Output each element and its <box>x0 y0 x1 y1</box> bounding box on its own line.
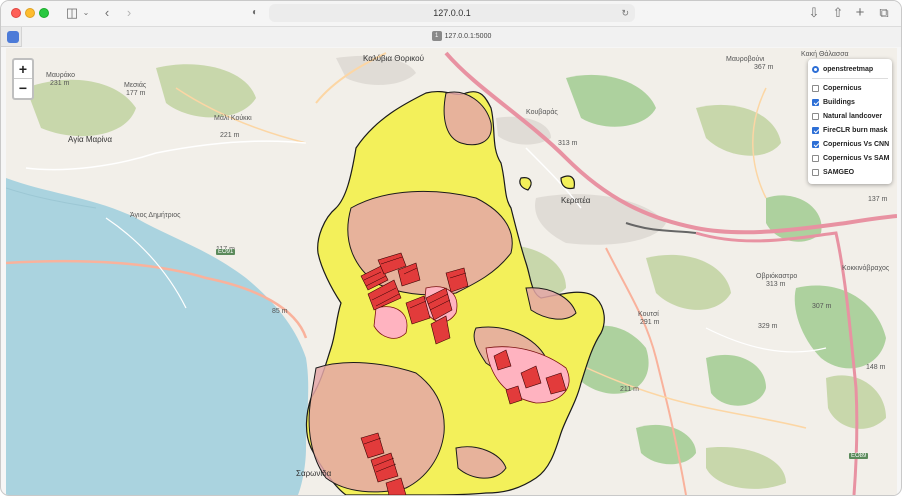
map-label-mali-koukki: Μάλι Κούκκι <box>214 115 252 122</box>
checkbox-checked-icon[interactable] <box>812 140 819 148</box>
browser-toolbar: ◫ ⌄ ‹ › ◐ 127.0.0.1 ↻ ⇩ ⇧ + ⧉ <box>1 1 901 26</box>
map-viewport[interactable]: Καλύβια Θορικού Αγία Μαρίνα Άγιος Δημήτρ… <box>6 48 897 495</box>
map-label-mavrako: Μαυράκο <box>46 72 76 79</box>
layer-overlay-natural-landcover[interactable]: Natural landcover <box>812 109 888 123</box>
map-label-mesias-ele: 177 m <box>126 90 146 97</box>
address-text: 127.0.0.1 <box>433 8 471 18</box>
layer-label: Buildings <box>823 98 855 106</box>
map-label-ele-137: 137 m <box>868 196 888 203</box>
checkbox-unchecked-icon[interactable] <box>812 84 819 92</box>
window-minimize-button[interactable] <box>25 8 35 18</box>
chevron-down-icon[interactable]: ⌄ <box>81 5 91 21</box>
checkbox-checked-icon[interactable] <box>812 126 819 134</box>
tab-active[interactable]: 1 127.0.0.1:5000 <box>21 27 901 47</box>
map-canvas[interactable] <box>6 48 897 495</box>
tab-number-badge: 1 <box>431 31 442 42</box>
map-label-ele-307: 307 m <box>812 303 832 310</box>
map-label-agios-dimitrios: Άγιος Δημήτριος <box>130 212 181 219</box>
layer-label: Copernicus Vs CNN <box>823 140 890 148</box>
map-label-ele-313: 313 m <box>558 140 578 147</box>
map-label-mavro-ele: 367 m <box>754 64 774 71</box>
map-label-ele-85: 85 m <box>272 308 288 315</box>
map-label-koutsi-ele: 291 m <box>640 319 660 326</box>
map-label-kokk-ele: 148 m <box>866 364 886 371</box>
map-label-kokkinovrachos: Κοκκινόβραχος <box>842 265 890 272</box>
map-label-ovrio-ele: 313 m <box>766 281 786 288</box>
address-bar[interactable]: 127.0.0.1 ↻ <box>269 4 635 22</box>
new-tab-icon[interactable]: + <box>853 5 867 21</box>
back-button[interactable]: ‹ <box>101 5 113 21</box>
window-close-button[interactable] <box>11 8 21 18</box>
reload-icon[interactable]: ↻ <box>621 4 629 22</box>
map-label-kouvaras: Κουβαράς <box>526 109 558 116</box>
downloads-icon[interactable]: ⇩ <box>807 5 821 21</box>
map-label-keratea: Κερατέα <box>561 196 591 205</box>
checkbox-unchecked-icon[interactable] <box>812 154 819 162</box>
checkbox-unchecked-icon[interactable] <box>812 168 819 176</box>
layer-separator <box>812 78 888 79</box>
layer-label: Natural landcover <box>823 112 883 120</box>
map-label-kalyvia: Καλύβια Θορικού <box>363 54 424 63</box>
forward-button[interactable]: › <box>123 5 135 21</box>
road-shield-eo91: ΕΟ91 <box>216 249 236 255</box>
layer-label: SAMGEO <box>823 168 855 176</box>
zoom-out-button[interactable]: − <box>14 79 32 98</box>
layer-overlay-buildings[interactable]: Buildings <box>812 95 888 109</box>
favicon-icon[interactable] <box>7 31 19 43</box>
layer-control-panel: openstreetmap Copernicus Buildings Natur… <box>808 59 892 184</box>
map-label-ele-329: 329 m <box>758 323 778 330</box>
privacy-shield-icon[interactable]: ◐ <box>249 5 261 21</box>
checkbox-unchecked-icon[interactable] <box>812 112 819 120</box>
map-label-kaki-thalassa: Κακή Θάλασσα <box>801 51 849 58</box>
sidebar-toggle-icon[interactable]: ◫ <box>63 5 81 21</box>
browser-window: ◫ ⌄ ‹ › ◐ 127.0.0.1 ↻ ⇩ ⇧ + ⧉ 1 127.0.0.1… <box>0 0 902 496</box>
road-shield-eo89: ΕΟ89 <box>849 453 869 459</box>
map-label-mesias: Μεσιάς <box>124 82 147 89</box>
map-label-koutsi: Κουτσί <box>638 311 659 318</box>
layer-label: FireCLR burn mask <box>823 126 888 134</box>
map-label-ele-211: 211 m <box>620 386 639 393</box>
tab-strip: 1 127.0.0.1:5000 <box>1 26 901 47</box>
tab-title: 127.0.0.1:5000 <box>444 33 492 40</box>
window-maximize-button[interactable] <box>39 8 49 18</box>
layer-overlay-fireclr-burn-mask[interactable]: FireCLR burn mask <box>812 123 888 137</box>
map-label-agia-marina: Αγία Μαρίνα <box>68 135 113 144</box>
layer-label: Copernicus <box>823 84 862 92</box>
checkbox-checked-icon[interactable] <box>812 98 819 106</box>
zoom-in-button[interactable]: + <box>14 60 32 79</box>
layer-base-openstreetmap[interactable]: openstreetmap <box>812 62 888 76</box>
map-label-mavrako-ele: 231 m <box>50 80 70 87</box>
map-label-mali-ele: 221 m <box>220 132 240 139</box>
layer-overlay-samgeo[interactable]: SAMGEO <box>812 165 888 179</box>
layer-overlay-copernicus[interactable]: Copernicus <box>812 81 888 95</box>
layer-label: openstreetmap <box>823 65 874 73</box>
map-label-mavrovouni: Μαυροβούνι <box>726 56 765 63</box>
share-icon[interactable]: ⇧ <box>831 5 845 21</box>
layer-label: Copernicus Vs SAM <box>823 154 890 162</box>
layer-overlay-copernicus-vs-cnn[interactable]: Copernicus Vs CNN <box>812 137 890 151</box>
map-label-ovriokastro: Οβριόκαστρο <box>756 273 798 280</box>
map-label-saronida: Σαρωνίδα <box>296 469 332 478</box>
tab-overview-icon[interactable]: ⧉ <box>877 5 891 21</box>
layer-overlay-copernicus-vs-sam[interactable]: Copernicus Vs SAM <box>812 151 890 165</box>
radio-selected-icon[interactable] <box>812 65 819 73</box>
zoom-control: + − <box>12 58 34 100</box>
